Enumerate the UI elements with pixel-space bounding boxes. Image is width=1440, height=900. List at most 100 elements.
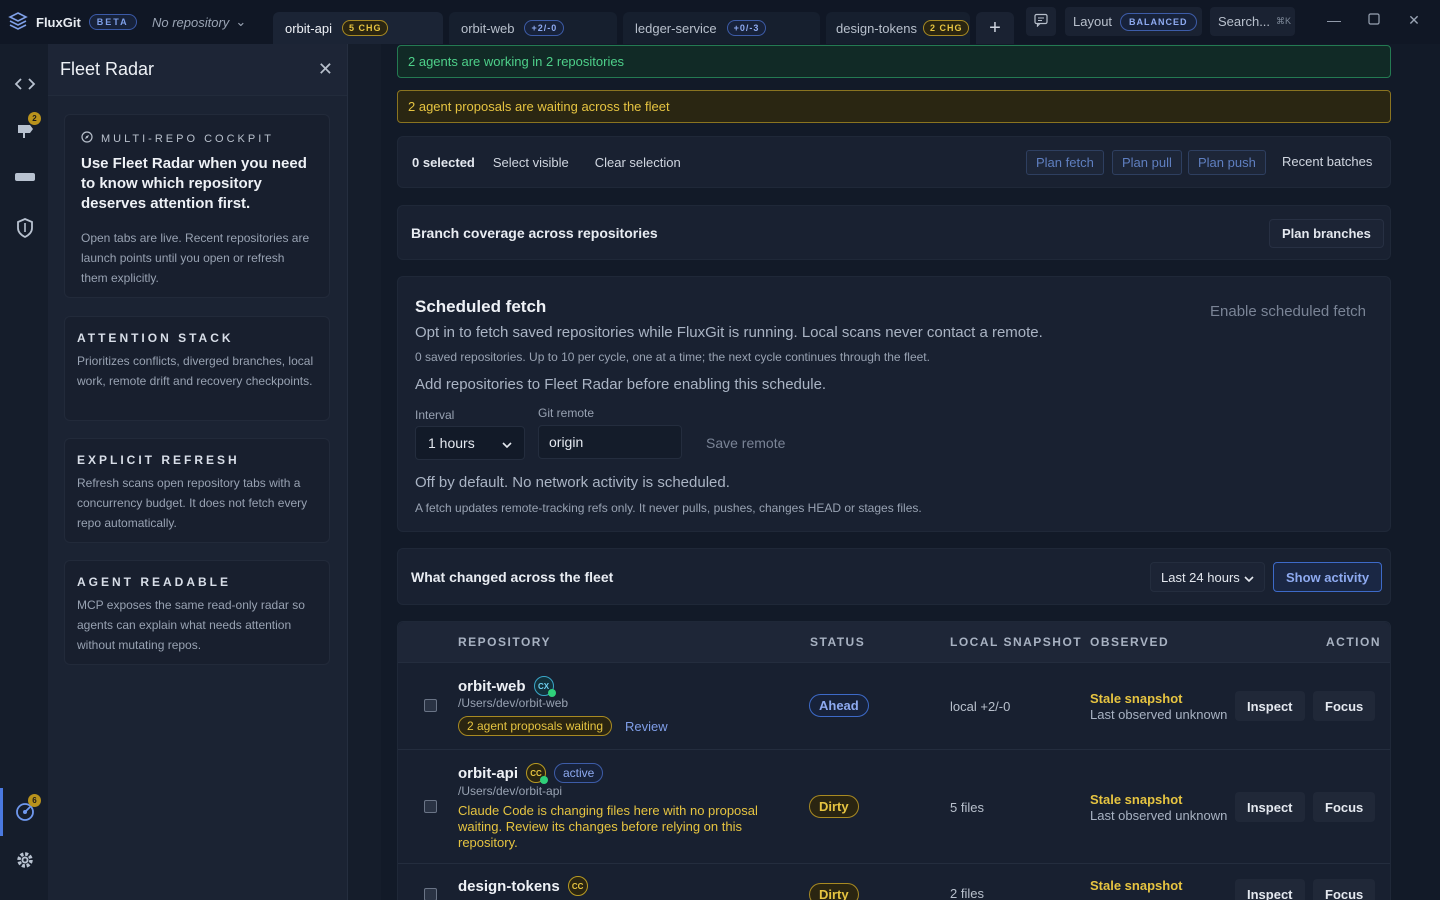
chat-icon: [1034, 13, 1048, 30]
intro-body: Open tabs are live. Recent repositories …: [81, 231, 310, 285]
intro-heading: Use Fleet Radar when you need to know wh…: [81, 155, 307, 212]
tab-change-badge: +0/-3: [726, 20, 767, 36]
plan-fetch-button[interactable]: Plan fetch: [1026, 150, 1104, 175]
focus-button[interactable]: Focus: [1313, 792, 1376, 822]
row-checkbox[interactable]: [424, 800, 437, 813]
active-badge: active: [554, 763, 604, 783]
repo-name[interactable]: design-tokens CC: [458, 876, 588, 896]
chat-button[interactable]: [1026, 7, 1056, 36]
repo-path: /Users/dev/orbit-web: [458, 696, 569, 710]
code-icon[interactable]: [12, 71, 38, 97]
tab-change-badge: +2/-0: [524, 20, 565, 36]
fleet-radar-panel: Fleet Radar ✕ MULTI-REPO COCKPIT Use Fle…: [48, 44, 348, 900]
focus-button[interactable]: Focus: [1313, 879, 1376, 900]
tab-label: orbit-api: [285, 20, 332, 36]
layout-label: Layout: [1073, 14, 1113, 29]
chevron-down-icon: [502, 435, 512, 451]
tab-ledger-service[interactable]: ledger-service +0/-3: [623, 12, 820, 44]
observed-detail: Last observed unknown: [1090, 707, 1228, 722]
tab-orbit-web[interactable]: orbit-web +2/-0: [449, 12, 617, 44]
column-header-repository[interactable]: REPOSITORY: [458, 635, 551, 649]
fleet-activity-section: What changed across the fleet Last 24 ho…: [397, 548, 1391, 605]
row-checkbox[interactable]: [424, 699, 437, 712]
status-badge: Dirty: [809, 883, 859, 900]
agent-proposals-banner[interactable]: 2 agent proposals are waiting across the…: [397, 90, 1391, 123]
shield-icon[interactable]: [12, 215, 38, 241]
explicit-refresh-card: EXPLICIT REFRESH Refresh scans open repo…: [64, 438, 330, 543]
tab-design-tokens[interactable]: design-tokens 2 CHG: [826, 12, 970, 44]
attention-stack-card: ATTENTION STACK Prioritizes conflicts, d…: [64, 316, 330, 421]
observed-status: Stale snapshot: [1090, 878, 1183, 893]
local-snapshot: 5 files: [950, 800, 984, 815]
interval-value: 1 hours: [428, 435, 475, 451]
git-remote-label: Git remote: [538, 406, 595, 420]
focus-button[interactable]: Focus: [1313, 691, 1376, 721]
agents-badge: 2: [28, 112, 41, 125]
panel-title: Fleet Radar: [60, 59, 155, 79]
plan-pull-button[interactable]: Plan pull: [1112, 150, 1182, 175]
clear-selection-button[interactable]: Clear selection: [595, 155, 681, 170]
title-bar: FluxGit BETA No repository ⌄ orbit-api 5…: [0, 0, 1440, 44]
local-snapshot: 2 files: [950, 886, 984, 900]
agent-warning-text: Claude Code is changing files here with …: [458, 803, 758, 850]
row-checkbox[interactable]: [424, 888, 437, 900]
agent-online-dot: [540, 776, 548, 784]
inspect-button[interactable]: Inspect: [1235, 691, 1305, 721]
column-header-observed[interactable]: OBSERVED: [1090, 635, 1169, 649]
close-window-icon[interactable]: ✕: [1404, 12, 1424, 29]
scheduled-fetch-detail: 0 saved repositories. Up to 10 per cycle…: [415, 350, 930, 364]
column-header-status[interactable]: STATUS: [810, 635, 865, 649]
agents-icon[interactable]: 2: [12, 112, 41, 143]
minimize-icon[interactable]: —: [1324, 12, 1344, 28]
search-button[interactable]: Search... ⌘K: [1210, 7, 1295, 36]
card-title: ATTENTION STACK: [77, 331, 234, 345]
repo-path: /Users/dev/orbit-api: [458, 784, 563, 798]
scheduled-fetch-title: Scheduled fetch: [415, 297, 547, 316]
intro-card: MULTI-REPO COCKPIT Use Fleet Radar when …: [64, 114, 330, 298]
radar-icon[interactable]: 6: [12, 794, 41, 825]
repo-name-label: orbit-web: [458, 677, 526, 695]
layout-button[interactable]: Layout BALANCED: [1065, 7, 1202, 36]
tab-change-badge: 2 CHG: [922, 20, 970, 36]
observed-detail: Last observed unknown: [1090, 808, 1228, 823]
inspect-button[interactable]: Inspect: [1235, 879, 1305, 900]
repository-picker[interactable]: No repository ⌄: [152, 14, 272, 30]
fetch-behavior-note: A fetch updates remote-tracking refs onl…: [415, 501, 922, 515]
table-row: orbit-api CC active /Users/dev/orbit-api…: [398, 749, 1390, 863]
activity-range-select[interactable]: Last 24 hours: [1150, 562, 1265, 592]
enable-scheduled-fetch-button[interactable]: Enable scheduled fetch: [1210, 303, 1366, 320]
card-body: Prioritizes conflicts, diverged branches…: [77, 354, 314, 388]
chevron-down-icon: ⌄: [235, 14, 247, 29]
plan-branches-button[interactable]: Plan branches: [1269, 219, 1384, 248]
inspect-button[interactable]: Inspect: [1235, 792, 1305, 822]
layout-value-badge: BALANCED: [1120, 12, 1197, 31]
plan-push-button[interactable]: Plan push: [1188, 150, 1266, 175]
close-icon[interactable]: ✕: [318, 59, 333, 80]
gear-icon[interactable]: [12, 847, 38, 873]
claude-code-agent-icon: CC: [567, 876, 588, 896]
git-remote-input[interactable]: origin: [538, 425, 682, 459]
save-remote-button[interactable]: Save remote: [706, 435, 785, 451]
scheduled-fetch-hint: Add repositories to Fleet Radar before e…: [415, 376, 827, 393]
table-row: design-tokens CC Dirty 2 files Stale sna…: [398, 863, 1390, 900]
proposals-waiting-chip: 2 agent proposals waiting: [458, 716, 613, 736]
observed-status: Stale snapshot: [1090, 691, 1183, 706]
local-snapshot: local +2/-0: [950, 699, 1011, 714]
add-tab-button[interactable]: +: [976, 12, 1014, 44]
activity-range-value: Last 24 hours: [1161, 569, 1240, 585]
show-activity-button[interactable]: Show activity: [1273, 562, 1383, 592]
card-body: MCP exposes the same read-only radar so …: [77, 598, 305, 652]
recent-batches-button[interactable]: Recent batches: [1282, 154, 1372, 169]
repo-name[interactable]: orbit-web CX: [458, 676, 556, 697]
column-header-local-snapshot[interactable]: LOCAL SNAPSHOT: [950, 635, 1082, 649]
storage-icon[interactable]: [12, 164, 38, 190]
select-visible-button[interactable]: Select visible: [493, 155, 569, 170]
search-label: Search...: [1218, 14, 1271, 29]
tab-orbit-api[interactable]: orbit-api 5 CHG: [273, 12, 443, 44]
repo-name[interactable]: orbit-api CC active: [458, 763, 604, 784]
observed-status: Stale snapshot: [1090, 792, 1183, 807]
review-link[interactable]: Review: [625, 719, 668, 734]
interval-select[interactable]: 1 hours: [415, 426, 525, 460]
branch-coverage-title: Branch coverage across repositories: [411, 225, 658, 241]
maximize-icon[interactable]: [1364, 12, 1384, 28]
